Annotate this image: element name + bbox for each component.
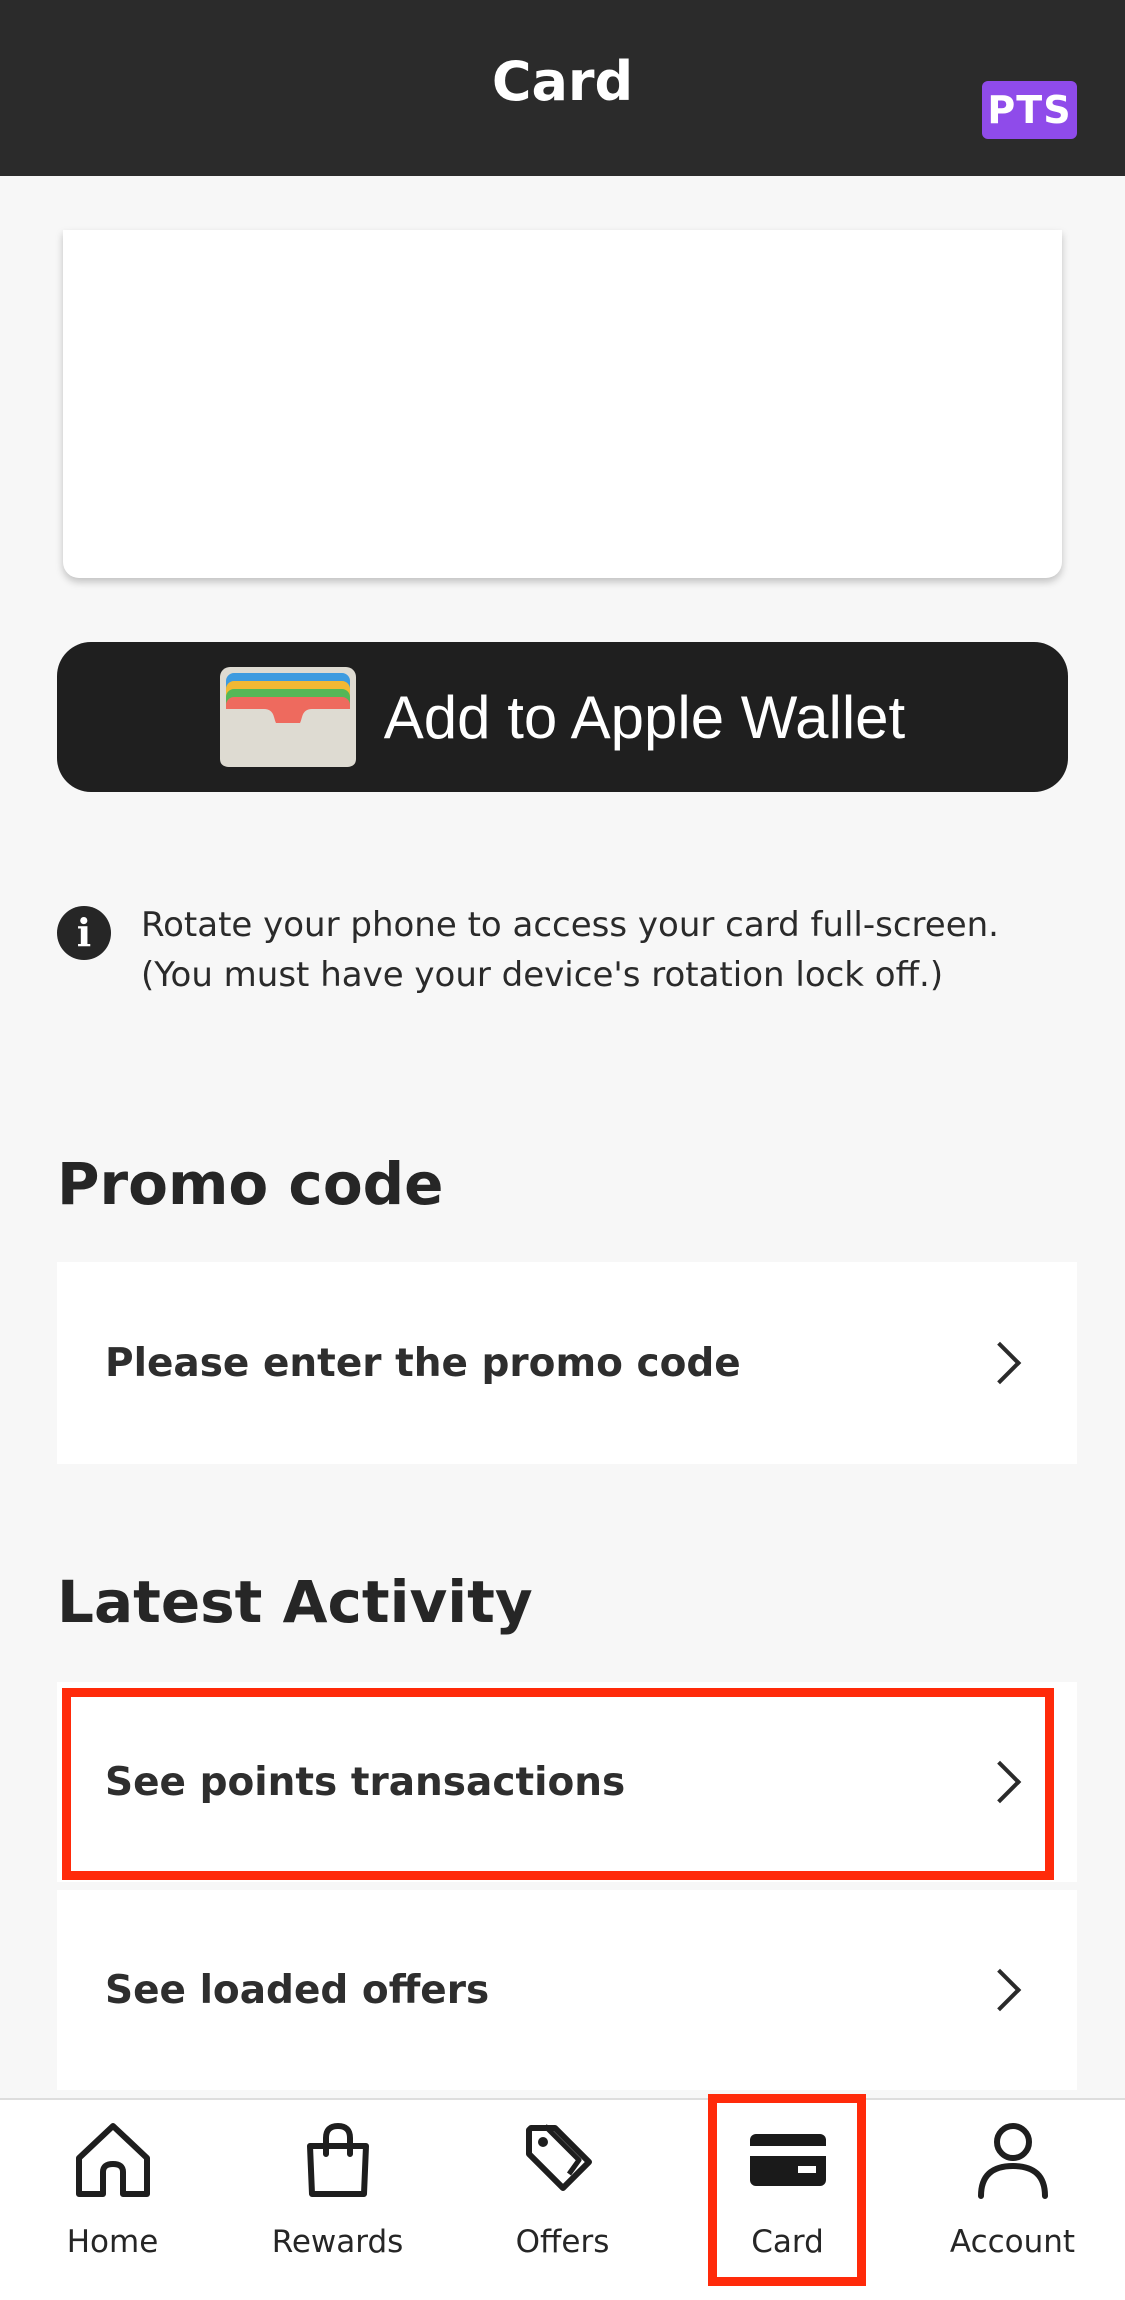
loaded-offers-row[interactable]: See loaded offers xyxy=(57,1890,1077,2090)
page-title: Card xyxy=(491,50,634,113)
add-to-apple-wallet-label: Add to Apple Wallet xyxy=(383,683,906,751)
person-icon xyxy=(977,2123,1048,2199)
info-line-2: (You must have your device's rotation lo… xyxy=(141,955,944,995)
card-preview xyxy=(63,230,1062,578)
add-to-apple-wallet-button[interactable]: Add to Apple Wallet xyxy=(57,642,1068,792)
header-bar: Card PTS xyxy=(0,0,1125,176)
info-text: Rotate your phone to access your card fu… xyxy=(141,900,1101,1000)
tab-home[interactable]: Home xyxy=(0,2100,225,2300)
bottom-tab-bar: Home Rewards Offers Card Account xyxy=(0,2098,1125,2300)
chevron-right-icon xyxy=(978,1341,1022,1385)
tag-icon xyxy=(525,2124,592,2191)
tab-rewards-label: Rewards xyxy=(271,2224,404,2260)
loaded-offers-label: See loaded offers xyxy=(105,1967,490,2013)
tab-offers[interactable]: Offers xyxy=(450,2100,675,2300)
highlight-points-transactions xyxy=(62,1688,1054,1880)
tab-rewards[interactable]: Rewards xyxy=(225,2100,450,2300)
latest-activity-heading: Latest Activity xyxy=(57,1568,533,1636)
chevron-right-icon xyxy=(978,1968,1022,2012)
tab-home-label: Home xyxy=(66,2224,159,2260)
highlight-card-tab xyxy=(708,2094,866,2286)
tab-offers-label: Offers xyxy=(515,2224,610,2260)
tab-account[interactable]: Account xyxy=(900,2100,1125,2300)
shopping-bag-icon xyxy=(306,2122,369,2197)
points-badge[interactable]: PTS xyxy=(982,81,1077,139)
info-line-1: Rotate your phone to access your card fu… xyxy=(141,905,999,945)
home-icon xyxy=(75,2123,150,2197)
tab-account-label: Account xyxy=(949,2224,1076,2260)
card-screen: Card PTS Add to Apple Wallet i Rotate yo… xyxy=(0,0,1125,2300)
promo-code-row[interactable]: Please enter the promo code xyxy=(57,1262,1077,1464)
promo-code-heading: Promo code xyxy=(57,1150,444,1218)
promo-code-label: Please enter the promo code xyxy=(105,1340,741,1386)
info-icon: i xyxy=(57,906,111,960)
apple-wallet-icon xyxy=(219,667,356,767)
